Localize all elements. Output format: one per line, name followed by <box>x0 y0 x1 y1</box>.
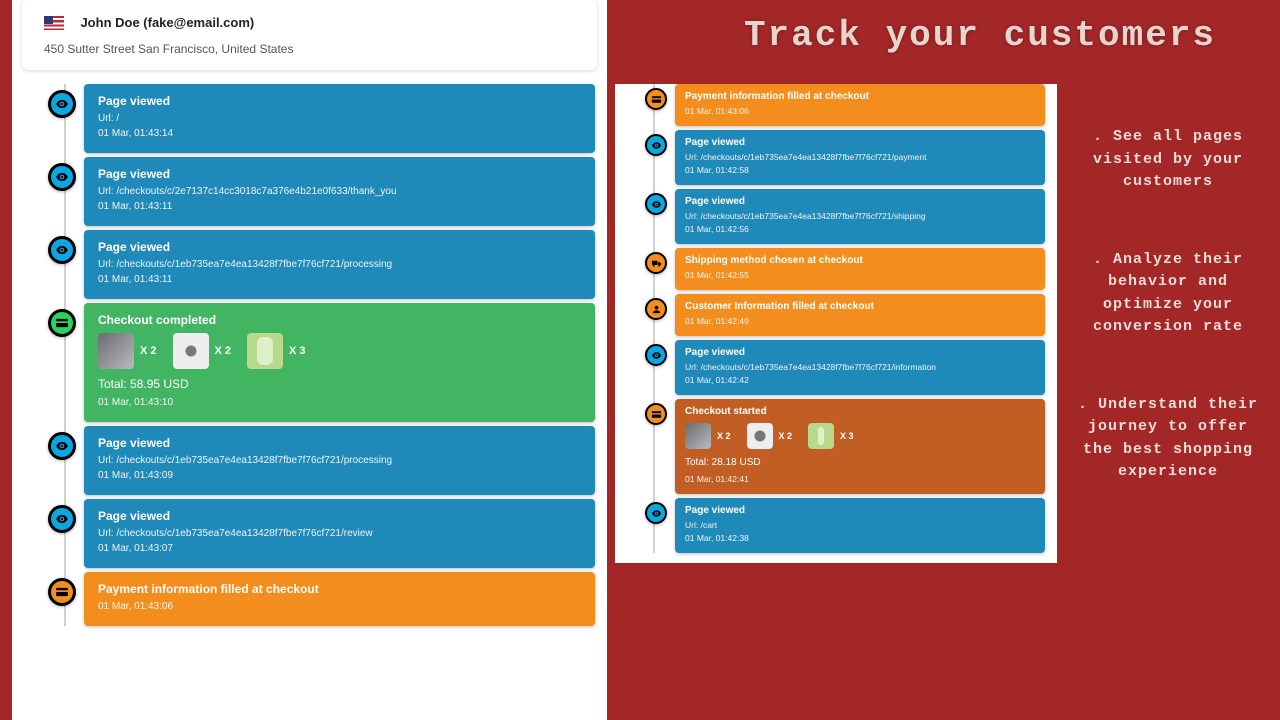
event-timestamp: 01 Mar, 01:43:07 <box>98 543 581 554</box>
timeline-event[interactable]: Page viewed Url: /checkouts/c/1eb735ea7e4… <box>84 499 595 568</box>
event-title: Customer Information filled at checkout <box>685 301 1035 312</box>
event-url: Url: /checkouts/c/1eb735ea7e4ea13428f7fb… <box>685 152 1035 162</box>
event-total: Total: 28.18 USD <box>685 457 1035 468</box>
timeline-event[interactable]: Payment information filled at checkout 01… <box>675 84 1045 126</box>
customer-timeline-panel-right: Payment information filled at checkout 01… <box>615 84 1057 563</box>
event-timestamp: 01 Mar, 01:42:41 <box>685 474 1035 484</box>
event-timestamp: 01 Mar, 01:43:09 <box>98 470 581 481</box>
timeline-event[interactable]: Page viewed Url: /cart 01 Mar, 01:42:38 <box>675 498 1045 553</box>
flag-us-icon <box>44 16 64 30</box>
event-timestamp: 01 Mar, 01:43:06 <box>685 106 1035 116</box>
event-url: Url: /checkouts/c/1eb735ea7e4ea13428f7fb… <box>98 259 581 270</box>
bullet-2: . Analyze their behavior and optimize yo… <box>1068 249 1268 339</box>
timeline-event[interactable]: Payment information filled at checkout 01… <box>84 572 595 626</box>
timeline-event[interactable]: Customer Information filled at checkout 0… <box>675 294 1045 336</box>
timeline-event[interactable]: Page viewed Url: /checkouts/c/1eb735ea7e4… <box>675 340 1045 395</box>
timeline-event[interactable]: Shipping method chosen at checkout 01 Mar… <box>675 248 1045 290</box>
event-url: Url: /checkouts/c/1eb735ea7e4ea13428f7fb… <box>98 528 581 539</box>
customer-header-card: John Doe (fake@email.com) 450 Sutter Str… <box>22 0 597 70</box>
event-title: Page viewed <box>685 505 1035 516</box>
product-quantity: X 3 <box>840 431 854 441</box>
bullet-3: . Understand their journey to offer the … <box>1068 394 1268 484</box>
timeline-event[interactable]: Page viewed Url: /checkouts/c/1eb735ea7e4… <box>84 230 595 299</box>
event-timestamp: 01 Mar, 01:43:14 <box>98 128 581 139</box>
event-timestamp: 01 Mar, 01:42:49 <box>685 316 1035 326</box>
event-timestamp: 01 Mar, 01:43:11 <box>98 201 581 212</box>
event-url: Url: /checkouts/c/1eb735ea7e4ea13428f7fb… <box>685 362 1035 372</box>
timeline-event[interactable]: Page viewed Url: /checkouts/c/1eb735ea7e4… <box>84 426 595 495</box>
event-title: Page viewed <box>98 509 581 523</box>
timeline-event[interactable]: Page viewed Url: /checkouts/c/1eb735ea7e4… <box>675 189 1045 244</box>
product-thumbnail <box>247 333 283 369</box>
event-url: Url: /cart <box>685 520 1035 530</box>
event-title: Page viewed <box>685 347 1035 358</box>
product-thumbnail <box>173 333 209 369</box>
eye-icon <box>645 344 667 366</box>
event-url: Url: /checkouts/c/1eb735ea7e4ea13428f7fb… <box>685 211 1035 221</box>
event-title: Payment information filled at checkout <box>98 582 581 596</box>
marketing-headline: Track your customers <box>700 15 1260 56</box>
event-timestamp: 01 Mar, 01:43:11 <box>98 274 581 285</box>
event-timestamp: 01 Mar, 01:42:58 <box>685 165 1035 175</box>
event-timestamp: 01 Mar, 01:42:56 <box>685 224 1035 234</box>
truck-icon <box>645 252 667 274</box>
event-timestamp: 01 Mar, 01:42:38 <box>685 533 1035 543</box>
eye-icon <box>645 502 667 524</box>
product-quantity: X 2 <box>140 345 157 357</box>
event-title: Page viewed <box>98 436 581 450</box>
user-icon <box>645 298 667 320</box>
eye-icon <box>48 505 76 533</box>
marketing-bullets: . See all pages visited by your customer… <box>1068 126 1268 539</box>
event-title: Page viewed <box>98 240 581 254</box>
timeline-event[interactable]: Page viewed Url: /checkouts/c/2e7137c14cc… <box>84 157 595 226</box>
event-timestamp: 01 Mar, 01:43:10 <box>98 397 581 408</box>
card-icon <box>645 88 667 110</box>
product-thumbnail <box>685 423 711 449</box>
card-icon <box>645 403 667 425</box>
event-url: Url: /checkouts/c/2e7137c14cc3018c7a376e… <box>98 186 581 197</box>
customer-name: John Doe (fake@email.com) <box>80 15 254 30</box>
event-timestamp: 01 Mar, 01:42:55 <box>685 270 1035 280</box>
product-quantity: X 2 <box>717 431 731 441</box>
event-title: Checkout started <box>685 406 1035 417</box>
card-icon <box>48 578 76 606</box>
event-products: X 2 X 2 X 3 <box>685 423 1035 449</box>
event-url: Url: /checkouts/c/1eb735ea7e4ea13428f7fb… <box>98 455 581 466</box>
event-products: X 2 X 2 X 3 <box>98 333 581 369</box>
eye-icon <box>48 163 76 191</box>
bullet-1: . See all pages visited by your customer… <box>1068 126 1268 194</box>
product-quantity: X 2 <box>779 431 793 441</box>
event-title: Payment information filled at checkout <box>685 91 1035 102</box>
product-quantity: X 3 <box>289 345 306 357</box>
event-timestamp: 01 Mar, 01:42:42 <box>685 375 1035 385</box>
timeline-event[interactable]: Page viewed Url: / 01 Mar, 01:43:14 <box>84 84 595 153</box>
eye-icon <box>48 432 76 460</box>
event-title: Page viewed <box>98 167 581 181</box>
event-url: Url: / <box>98 113 581 124</box>
timeline-event[interactable]: Checkout completed X 2 X 2 X 3 Total: 58.95 … <box>84 303 595 422</box>
eye-icon <box>645 134 667 156</box>
product-thumbnail <box>98 333 134 369</box>
event-timestamp: 01 Mar, 01:43:06 <box>98 601 581 612</box>
event-title: Shipping method chosen at checkout <box>685 255 1035 266</box>
eye-icon <box>48 236 76 264</box>
timeline-event[interactable]: Page viewed Url: /checkouts/c/1eb735ea7e4… <box>675 130 1045 185</box>
product-thumbnail <box>747 423 773 449</box>
product-thumbnail <box>808 423 834 449</box>
event-title: Page viewed <box>685 137 1035 148</box>
event-title: Checkout completed <box>98 313 581 327</box>
timeline-right: Payment information filled at checkout 01… <box>639 84 1057 553</box>
event-title: Page viewed <box>98 94 581 108</box>
product-quantity: X 2 <box>215 345 232 357</box>
card-icon <box>48 309 76 337</box>
eye-icon <box>48 90 76 118</box>
eye-icon <box>645 193 667 215</box>
timeline-left: Page viewedUrl: /01 Mar, 01:43:14Page vi… <box>44 84 607 626</box>
event-title: Page viewed <box>685 196 1035 207</box>
event-total: Total: 58.95 USD <box>98 377 581 391</box>
customer-timeline-panel-left: John Doe (fake@email.com) 450 Sutter Str… <box>12 0 607 720</box>
customer-address: 450 Sutter Street San Francisco, United … <box>44 42 575 56</box>
timeline-event[interactable]: Checkout started X 2 X 2 X 3 Total: 28.18 US… <box>675 399 1045 494</box>
